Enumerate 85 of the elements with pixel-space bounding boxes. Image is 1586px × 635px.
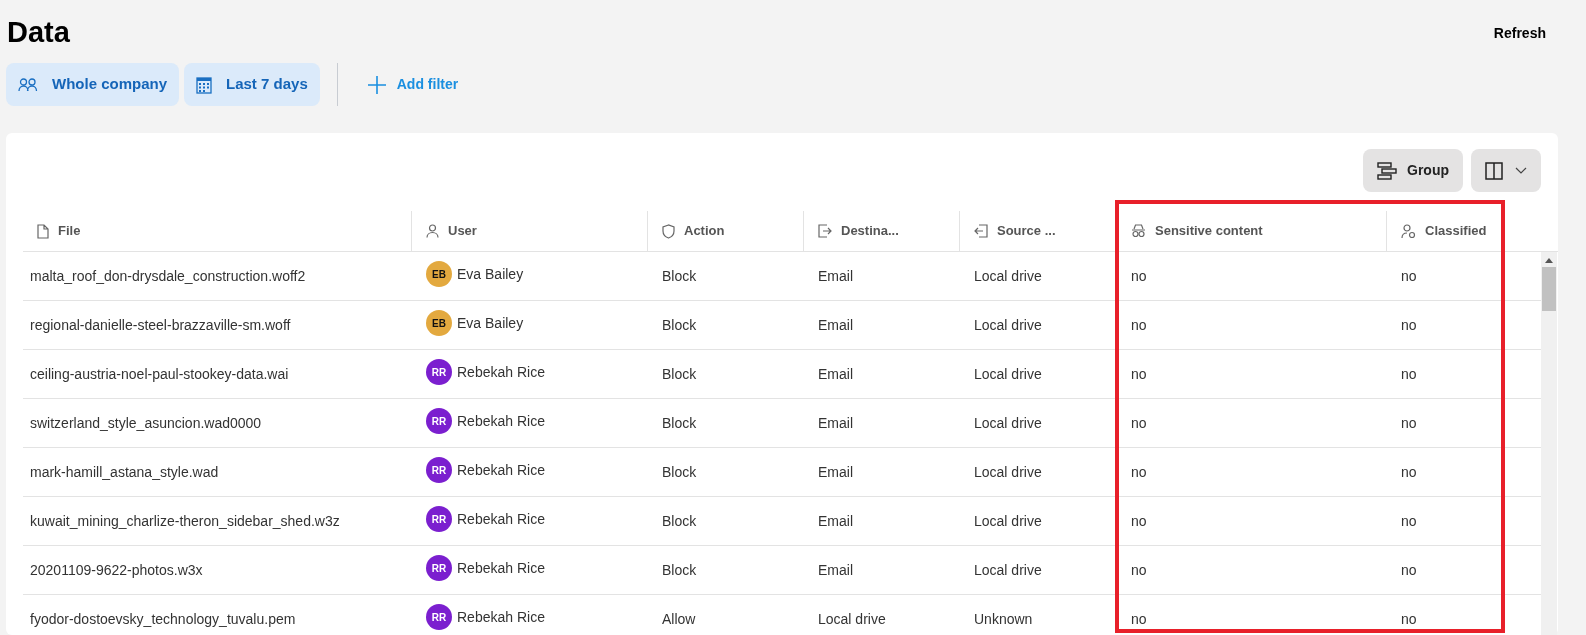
column-header[interactable]: Destina... (818, 221, 899, 241)
table-cell-text: Allow (662, 609, 696, 629)
user-name: Eva Bailey (457, 264, 524, 284)
columns-button[interactable] (1471, 149, 1541, 192)
scrollbar[interactable] (1541, 252, 1557, 635)
table-cell-text: no (1401, 511, 1417, 531)
scrollbar-thumb[interactable] (1542, 267, 1556, 311)
group-button[interactable]: Group (1363, 149, 1463, 192)
table-cell-text: Local drive (974, 511, 1042, 531)
table-cell-text: 20201109-9622-photos.w3x (30, 560, 203, 580)
enter-icon (974, 224, 988, 238)
table-cell-text: no (1401, 609, 1417, 629)
table-cell-text: switzerland_style_asuncion.wad0000 (30, 413, 262, 433)
column-header[interactable]: User (426, 221, 477, 241)
table-cell-text: Unknown (974, 609, 1033, 629)
table-cell-text: Local drive (818, 609, 886, 629)
spy-icon (1131, 224, 1146, 238)
table-cell-text: no (1401, 266, 1417, 286)
page-title: Data (7, 15, 70, 51)
column-header[interactable]: Classified (1401, 221, 1487, 241)
user-name: Rebekah Rice (457, 460, 545, 480)
table-cell-text: no (1131, 511, 1147, 531)
table-cell-text: Local drive (974, 462, 1042, 482)
table-cell-text: Email (818, 364, 853, 384)
table-cell-text: no (1401, 560, 1417, 580)
table-cell-text: no (1401, 413, 1417, 433)
table-cell-text: Block (662, 266, 697, 286)
table-cell-text: Email (818, 462, 853, 482)
calendar-icon (196, 75, 212, 94)
table-cell-text: no (1131, 413, 1147, 433)
table-cell-text: no (1401, 315, 1417, 335)
table-cell-text: no (1401, 364, 1417, 384)
table-cell-text: no (1131, 364, 1147, 384)
user-name: Eva Bailey (457, 313, 524, 333)
table-cell-text: fyodor-dostoevsky_technology_tuvalu.pem (30, 609, 296, 629)
table-cell-text: Block (662, 560, 697, 580)
table-cell-text: Block (662, 315, 697, 335)
table-cell-text: Local drive (974, 266, 1042, 286)
table-cell-text: kuwait_mining_charlize-theron_sidebar_shed.w3z (30, 511, 340, 531)
columns-icon (1485, 161, 1503, 180)
filter-chip[interactable]: Last 7 days (184, 63, 320, 106)
user-name: Rebekah Rice (457, 509, 545, 529)
table-cell-text: Email (818, 560, 853, 580)
table-cell-text: Local drive (974, 364, 1042, 384)
table-cell-text: Email (818, 266, 853, 286)
column-header[interactable]: Action (662, 221, 725, 241)
table-cell-text: Local drive (974, 560, 1042, 580)
table-cell-text: ceiling-austria-noel-paul-stookey-data.wai (30, 364, 289, 384)
table-cell-text: Block (662, 364, 697, 384)
table-cell-text: Email (818, 315, 853, 335)
table-cell-text: regional-danielle-steel-brazzaville-sm.woff (30, 315, 291, 335)
table-cell-text: Local drive (974, 315, 1042, 335)
table-cell-text: Block (662, 511, 697, 531)
user-name: Rebekah Rice (457, 607, 545, 627)
table-cell-text: Email (818, 511, 853, 531)
column-header[interactable]: Source ... (974, 221, 1056, 241)
column-header[interactable]: File (37, 221, 81, 241)
person-tag-icon (1401, 223, 1416, 239)
plus-icon (366, 74, 387, 95)
refresh-button[interactable]: Refresh (1493, 22, 1546, 44)
scroll-up-icon[interactable] (1545, 257, 1553, 263)
chevron-down-icon (1515, 166, 1527, 175)
group-icon (1377, 161, 1397, 180)
table-cell-text: no (1131, 560, 1147, 580)
table-cell-text: mark-hamill_astana_style.wad (30, 462, 219, 482)
column-header[interactable]: Sensitive content (1131, 221, 1263, 241)
person-icon (426, 224, 439, 238)
table-cell-text: Block (662, 413, 697, 433)
shield-icon (662, 223, 675, 239)
people-icon (18, 77, 38, 92)
exit-icon (818, 224, 832, 238)
filter-chip[interactable]: Whole company (6, 63, 179, 106)
table-cell-text: no (1131, 609, 1147, 629)
table-cell-text: no (1401, 462, 1417, 482)
table-cell-text: Email (818, 413, 853, 433)
user-name: Rebekah Rice (457, 362, 545, 382)
table-cell-text: malta_roof_don-drysdale_construction.woff2 (30, 266, 306, 286)
table-cell-text: no (1131, 266, 1147, 286)
table-cell-text: Local drive (974, 413, 1042, 433)
user-name: Rebekah Rice (457, 558, 545, 578)
user-name: Rebekah Rice (457, 411, 545, 431)
file-icon (37, 223, 49, 239)
table-cell-text: Block (662, 462, 697, 482)
table-cell-text: no (1131, 315, 1147, 335)
table-cell-text: no (1131, 462, 1147, 482)
